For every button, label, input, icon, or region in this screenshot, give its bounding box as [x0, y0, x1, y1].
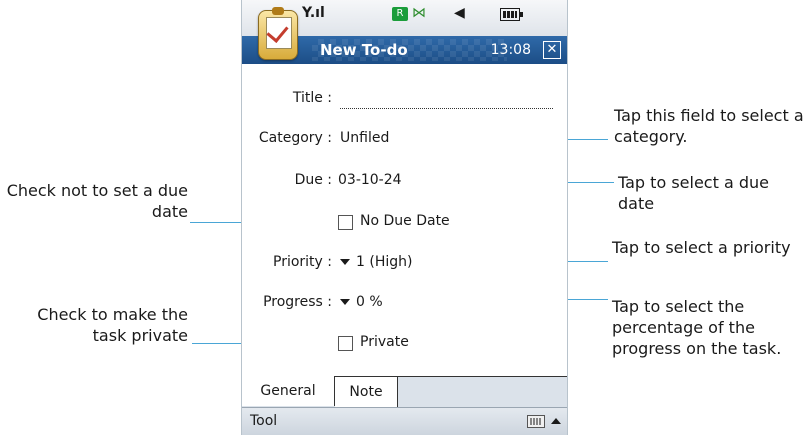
todo-app-icon [258, 7, 298, 60]
category-label: Category : [258, 130, 332, 146]
title-label: Title : [292, 90, 332, 106]
todo-form: Title : Category : Unfiled Due : 03-10-2… [242, 64, 567, 376]
tool-menu-button[interactable]: Tool [250, 413, 277, 429]
private-checkbox[interactable] [338, 336, 353, 351]
progress-select[interactable]: 0 % [340, 294, 383, 310]
device-screen: Y.ıl R ⋈ ◀ New To-do 13:08 ✕ Title : Cat… [242, 0, 567, 435]
bluetooth-icon: ⋈ [412, 5, 426, 21]
dropdown-arrow-icon [340, 299, 350, 305]
tab-general[interactable]: General [242, 376, 335, 406]
battery-icon [500, 8, 523, 21]
window-title: New To-do [320, 41, 408, 59]
due-date-field[interactable]: 03-10-24 [338, 172, 402, 188]
clock: 13:08 [490, 42, 531, 58]
title-field[interactable] [340, 94, 553, 109]
keyboard-icon[interactable] [527, 415, 545, 428]
progress-value: 0 % [356, 294, 383, 310]
chevron-up-icon[interactable] [551, 418, 561, 424]
annotation-no-due-date: Check not to set a due date [6, 181, 188, 221]
annotation-progress: Tap to select the percentage of the prog… [612, 297, 782, 358]
bottom-toolbar: Tool [242, 407, 567, 435]
no-due-date-checkbox[interactable] [338, 215, 353, 230]
annotation-category: Tap this field to select a category. [614, 106, 804, 146]
priority-select[interactable]: 1 (High) [340, 254, 412, 270]
annotation-private: Check to make the task private [37, 305, 188, 345]
private-label: Private [360, 334, 409, 350]
annotation-priority: Tap to select a priority [612, 238, 791, 257]
signal-icon: Y.ıl [302, 5, 325, 21]
no-due-date-label: No Due Date [360, 213, 450, 229]
roaming-icon: R [392, 7, 408, 21]
priority-label: Priority : [273, 254, 332, 270]
priority-value: 1 (High) [356, 254, 413, 270]
close-button[interactable]: ✕ [543, 41, 561, 59]
annotation-due: Tap to select a due date [618, 173, 769, 213]
progress-label: Progress : [263, 294, 332, 310]
dropdown-arrow-icon [340, 259, 350, 265]
volume-icon: ◀ [454, 5, 465, 21]
category-field[interactable]: Unfiled [340, 130, 389, 146]
tab-note[interactable]: Note [335, 377, 398, 407]
due-label: Due : [294, 172, 332, 188]
tab-bar: General Note [242, 376, 567, 407]
